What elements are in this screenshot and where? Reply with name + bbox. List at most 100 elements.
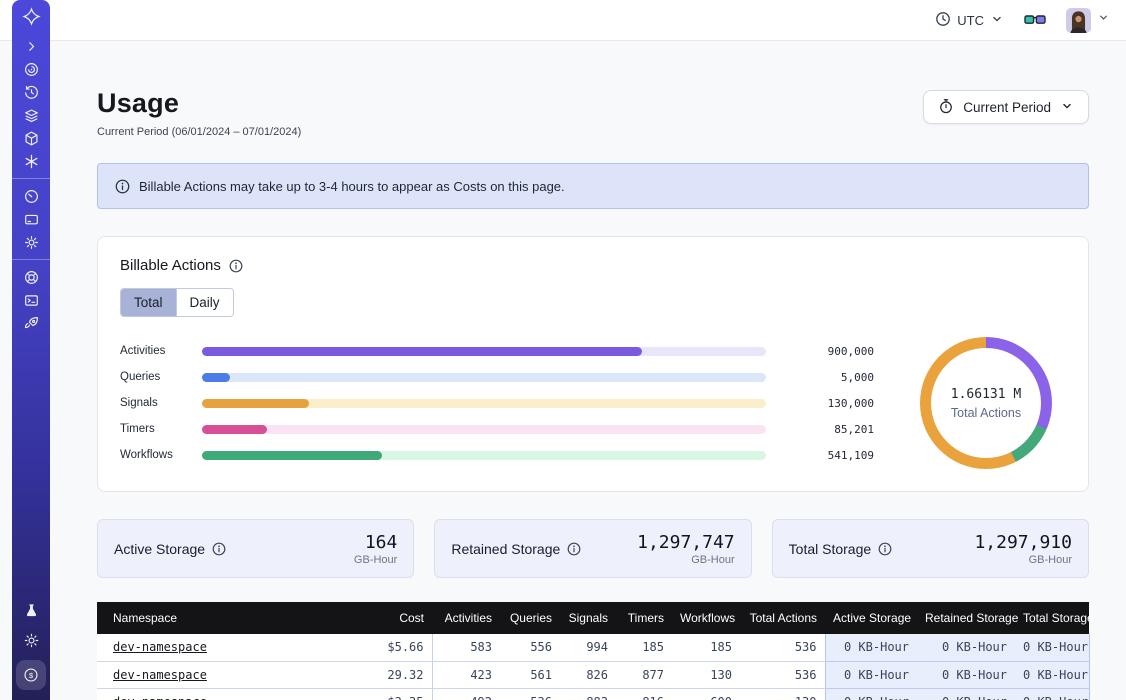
- sidebar: $: [12, 0, 50, 700]
- page-title: Usage: [97, 88, 301, 119]
- account-menu[interactable]: [1066, 8, 1110, 33]
- bar-label: Queries: [120, 371, 184, 383]
- cell-workflows: 185: [672, 634, 740, 661]
- asterisk-icon[interactable]: [20, 151, 42, 171]
- retained-storage-value: 1,297,747: [637, 532, 735, 553]
- cell-active-storage: 0 KB-Hour: [825, 688, 917, 700]
- lifebuoy-icon[interactable]: [20, 267, 42, 287]
- tab-daily[interactable]: Daily: [176, 289, 233, 316]
- cell-signals: 826: [560, 661, 616, 688]
- clock-icon: [935, 11, 951, 30]
- chevron-down-icon: [990, 12, 1004, 29]
- 3d-glasses-icon[interactable]: [1024, 12, 1046, 28]
- bar-fill: [202, 399, 309, 408]
- dollar-coin-icon[interactable]: $: [16, 660, 46, 690]
- donut-total-label: Total Actions: [951, 406, 1021, 420]
- cell-total-storage: 0 KB-Hour: [1015, 688, 1089, 700]
- cell-activities: 583: [432, 634, 500, 661]
- cell-active-storage: 0 KB-Hour: [825, 661, 917, 688]
- namespace-link[interactable]: dev-namespace: [113, 640, 207, 654]
- cube-icon[interactable]: [20, 128, 42, 148]
- cell-activities: 423: [432, 661, 500, 688]
- gear-icon[interactable]: [20, 232, 42, 252]
- info-banner-text: Billable Actions may take up to 3-4 hour…: [139, 179, 565, 194]
- cell-queries: 556: [500, 634, 560, 661]
- avatar: [1066, 8, 1091, 33]
- swirl-icon[interactable]: [20, 59, 42, 79]
- bar-fill: [202, 373, 230, 382]
- cell-workflows: 130: [672, 661, 740, 688]
- bar-value: 541,109: [784, 449, 874, 462]
- cell-timers: 877: [616, 661, 672, 688]
- info-icon[interactable]: [212, 542, 226, 556]
- timezone-selector[interactable]: UTC: [935, 11, 1004, 30]
- gauge-icon[interactable]: [20, 186, 42, 206]
- billable-bar-chart: Activities 900,000 Queries 5,000 Signals…: [120, 338, 874, 468]
- bar-row-queries: Queries 5,000: [120, 364, 874, 390]
- col-queries: Queries: [500, 602, 560, 634]
- temporal-logo[interactable]: [20, 6, 42, 26]
- credit-card-icon[interactable]: [20, 209, 42, 229]
- cell-retained-storage: 0 KB-Hour: [917, 634, 1015, 661]
- cell-active-storage: 0 KB-Hour: [825, 634, 917, 661]
- bar-track: [202, 425, 766, 434]
- retained-storage-card: Retained Storage 1,297,747 GB-Hour: [434, 519, 751, 578]
- cell-workflows: 600: [672, 688, 740, 700]
- cell-total-actions: 130: [740, 688, 825, 700]
- chevron-down-icon: [1097, 11, 1110, 29]
- bar-value: 900,000: [784, 345, 874, 358]
- donut-total-value: 1.66131 M: [951, 387, 1021, 402]
- cell-queries: 536: [500, 688, 560, 700]
- timezone-label: UTC: [957, 13, 984, 28]
- bar-value: 130,000: [784, 397, 874, 410]
- active-storage-card: Active Storage 164 GB-Hour: [97, 519, 414, 578]
- col-signals: Signals: [560, 602, 616, 634]
- info-icon[interactable]: [878, 542, 892, 556]
- namespace-link[interactable]: dev-namespace: [113, 668, 207, 682]
- bar-label: Signals: [120, 397, 184, 409]
- cell-retained-storage: 0 KB-Hour: [917, 688, 1015, 700]
- bar-label: Activities: [120, 345, 184, 357]
- terminal-icon[interactable]: [20, 290, 42, 310]
- col-total-actions: Total Actions: [740, 602, 825, 634]
- bar-label: Timers: [120, 423, 184, 435]
- table-header-row: Namespace Cost Activities Queries Signal…: [97, 602, 1089, 634]
- collapse-chevron-right-icon[interactable]: [20, 36, 42, 56]
- info-icon[interactable]: [567, 542, 581, 556]
- info-icon: [115, 179, 130, 194]
- retained-storage-label: Retained Storage: [451, 541, 560, 557]
- billable-actions-title: Billable Actions: [120, 257, 221, 274]
- info-icon[interactable]: [229, 259, 243, 273]
- sun-icon[interactable]: [20, 630, 42, 650]
- sidebar-bottom-group: $: [16, 600, 46, 690]
- period-dropdown-button[interactable]: Current Period: [923, 90, 1089, 124]
- bar-track: [202, 347, 766, 356]
- billable-view-tabs: Total Daily: [120, 288, 234, 317]
- bar-row-activities: Activities 900,000: [120, 338, 874, 364]
- col-workflows: Workflows: [672, 602, 740, 634]
- flask-icon[interactable]: [20, 600, 42, 620]
- topbar: UTC: [0, 0, 1126, 41]
- active-storage-unit: GB-Hour: [354, 554, 397, 566]
- chevron-down-icon: [1060, 99, 1074, 116]
- cell-total-actions: 536: [740, 661, 825, 688]
- table-row: dev-namespace 29.32 423 561 826 877 130 …: [97, 661, 1089, 688]
- rocket-icon[interactable]: [20, 313, 42, 333]
- stopwatch-icon: [938, 98, 954, 117]
- bar-value: 5,000: [784, 371, 874, 384]
- bar-track: [202, 373, 766, 382]
- cell-cost: 29.32: [337, 661, 432, 688]
- table-row: dev-namespace $5.66 583 556 994 185 185 …: [97, 634, 1089, 661]
- cell-signals: 883: [560, 688, 616, 700]
- svg-text:$: $: [29, 671, 34, 680]
- bar-row-signals: Signals 130,000: [120, 390, 874, 416]
- namespace-link[interactable]: dev-namespace: [113, 695, 207, 700]
- history-icon[interactable]: [20, 82, 42, 102]
- tab-total[interactable]: Total: [121, 289, 176, 316]
- cell-queries: 561: [500, 661, 560, 688]
- layers-icon[interactable]: [20, 105, 42, 125]
- cell-timers: 816: [616, 688, 672, 700]
- total-storage-unit: GB-Hour: [974, 554, 1072, 566]
- cell-cost: $5.66: [337, 634, 432, 661]
- total-storage-value: 1,297,910: [974, 532, 1072, 553]
